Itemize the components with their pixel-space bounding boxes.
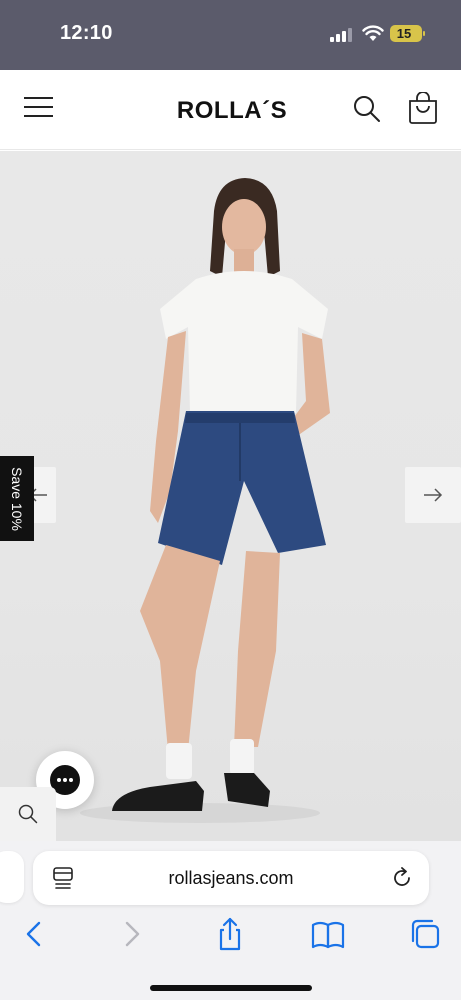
- page-menu-icon[interactable]: [53, 867, 73, 889]
- back-icon[interactable]: [16, 917, 52, 951]
- wifi-icon: [362, 25, 384, 41]
- share-icon[interactable]: [212, 917, 248, 951]
- floating-search-button[interactable]: [0, 787, 56, 841]
- site-header: ROLLA´S: [0, 70, 461, 150]
- save-discount-tab[interactable]: Save 10%: [0, 456, 34, 541]
- hamburger-menu-icon[interactable]: [24, 97, 53, 119]
- cellular-signal-icon: [330, 28, 352, 42]
- next-image-button[interactable]: [405, 467, 461, 523]
- model-photo: [80, 178, 330, 823]
- arrow-right-icon: [424, 488, 443, 502]
- previous-tab-peek[interactable]: [0, 851, 24, 903]
- brand-logo[interactable]: ROLLA´S: [170, 94, 294, 128]
- bookmarks-icon[interactable]: [310, 917, 346, 951]
- forward-icon[interactable]: [114, 917, 150, 951]
- shopping-bag-icon[interactable]: [408, 92, 438, 124]
- battery-icon: 15: [390, 25, 425, 42]
- address-bar[interactable]: rollasjeans.com: [33, 851, 429, 905]
- browser-bottom-bar: rollasjeans.com: [0, 841, 461, 1000]
- url-text: rollasjeans.com: [168, 868, 294, 888]
- status-time: 12:10: [60, 22, 113, 44]
- tabs-icon[interactable]: [408, 917, 444, 951]
- status-bar: 12:10 15: [0, 0, 461, 70]
- reload-icon[interactable]: [391, 867, 413, 889]
- battery-level: 15: [396, 26, 412, 41]
- hero-product-image[interactable]: Save 10%: [0, 151, 461, 841]
- home-indicator: [150, 985, 312, 991]
- search-icon: [18, 804, 38, 824]
- battery-cap: [423, 31, 425, 36]
- save-tab-label: Save 10%: [9, 466, 25, 531]
- page: 12:10 15 ROLLA´S Save 10% rollasjeans.co…: [0, 0, 461, 1000]
- search-icon[interactable]: [353, 95, 381, 123]
